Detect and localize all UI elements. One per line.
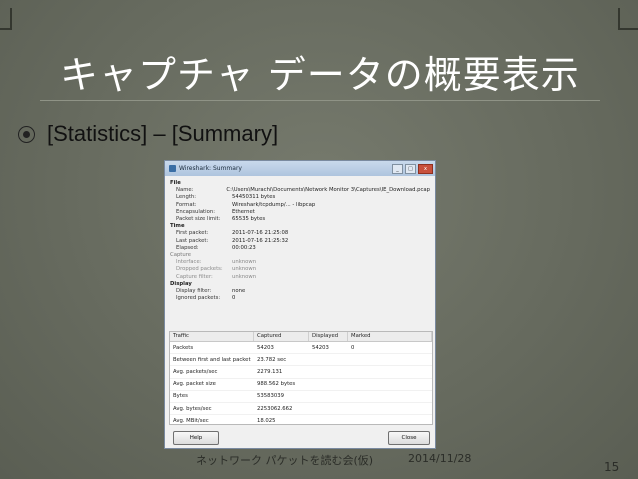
summary-row-label: Capture filter: — [176, 273, 213, 280]
summary-row-value: C:\Users\Murachi\Documents\Network Monit… — [226, 187, 430, 194]
section-display: Display — [170, 280, 192, 287]
column-header-traffic[interactable]: Traffic — [170, 332, 254, 341]
summary-row-value: 2011-07-16 21:25:32 — [232, 237, 289, 244]
section-capture: Capture — [170, 252, 192, 259]
column-header-marked[interactable]: Marked — [348, 332, 432, 341]
summary-row-value: 0 — [232, 295, 236, 302]
summary-row-label: Elapsed: — [176, 244, 199, 251]
help-button[interactable]: Help — [173, 431, 219, 445]
table-row[interactable]: Avg. packet size 988.562 bytes — [170, 379, 432, 391]
table-cell: Packets — [173, 344, 194, 351]
close-button[interactable]: Close — [388, 431, 430, 445]
table-cell: Avg. packet size — [173, 381, 216, 388]
table-cell: 988.562 bytes — [257, 381, 296, 388]
frame-line-left — [0, 28, 12, 30]
table-cell: Avg. packets/sec — [173, 368, 218, 375]
summary-row: Length: 54450311 bytes — [170, 194, 430, 201]
summary-row-label: Length: — [176, 194, 197, 201]
minimize-icon[interactable]: _ — [392, 163, 403, 174]
summary-row: Elapsed: 00:00:23 — [170, 245, 430, 252]
summary-row-label: Display filter: — [176, 288, 212, 295]
table-cell: Bytes — [173, 393, 188, 400]
summary-row-value: 2011-07-16 21:25:08 — [232, 230, 289, 237]
summary-row-value: none — [232, 288, 246, 295]
maximize-icon[interactable]: □ — [405, 163, 416, 174]
table-cell: Avg. bytes/sec — [173, 405, 212, 412]
frame-line-right-h — [618, 28, 638, 30]
table-cell: Between first and last packet — [173, 356, 251, 363]
summary-row-value: Ethernet — [232, 208, 255, 215]
summary-row: Encapsulation: Ethernet — [170, 209, 430, 216]
summary-row-value: unknown — [232, 273, 257, 280]
table-cell: 2253062.662 — [257, 405, 293, 412]
summary-row-label: Dropped packets: — [176, 266, 223, 273]
summary-row: First packet: 2011-07-16 21:25:08 — [170, 230, 430, 237]
close-icon[interactable]: x — [418, 163, 433, 174]
wireshark-app-icon — [169, 165, 176, 172]
summary-row: Dropped packets: unknown — [170, 266, 430, 273]
table-header: Traffic Captured Displayed Marked — [170, 332, 432, 342]
summary-row-label: Encapsulation: — [176, 208, 215, 215]
summary-row: Capture filter: unknown — [170, 274, 430, 281]
table-cell: 54203 — [312, 344, 329, 351]
page-number: 15 — [604, 460, 620, 474]
summary-row-label: Interface: — [176, 259, 202, 266]
summary-row-label: First packet: — [176, 230, 209, 237]
table-cell: 0 — [351, 344, 355, 351]
summary-row: Name: C:\Users\Murachi\Documents\Network … — [170, 187, 430, 194]
table-row[interactable]: Between first and last packet 23.782 sec — [170, 354, 432, 367]
section-file: File — [170, 180, 181, 186]
traffic-table[interactable]: Traffic Captured Displayed Marked Packet… — [169, 331, 433, 428]
summary-row-value: Wireshark/tcpdump/... - libpcap — [232, 201, 316, 208]
summary-row: Ignored packets: 0 — [170, 295, 430, 302]
table-row[interactable]: Bytes 53583039 — [170, 391, 432, 403]
table-cell: 23.782 sec — [257, 356, 287, 363]
summary-row-label: Last packet: — [176, 237, 209, 244]
summary-row-value: unknown — [232, 259, 257, 266]
footer-text: ネットワーク パケットを読む会(仮) — [196, 454, 374, 467]
window-title: Wireshark: Summary — [179, 165, 242, 172]
table-cell: Avg. MBit/sec — [173, 417, 209, 424]
table-cell: 18.025 — [257, 417, 276, 424]
summary-row-value: 54450311 bytes — [232, 194, 276, 201]
window-titlebar[interactable]: Wireshark: Summary _ □ x — [165, 161, 435, 176]
summary-row: Display filter: none — [170, 288, 430, 295]
summary-row: Format: Wireshark/tcpdump/... - libpcap — [170, 202, 430, 209]
table-row[interactable]: Packets 54203 54203 0 — [170, 342, 432, 355]
footer-date: 2014/11/28 — [408, 452, 472, 465]
summary-row-label: Packet size limit: — [176, 216, 221, 223]
table-cell: 54203 — [257, 344, 274, 351]
summary-row-label: Ignored packets: — [176, 295, 221, 302]
summary-row-value: 00:00:23 — [232, 244, 256, 251]
target-bullet-icon — [18, 125, 35, 143]
summary-content: File Name: C:\Users\Murachi\Documents\Net… — [165, 176, 435, 306]
title-divider — [40, 100, 600, 101]
summary-row: Last packet: 2011-07-16 21:25:32 — [170, 238, 430, 245]
frame-line-right — [618, 8, 620, 30]
slide-title: キャプチャ データの概要表示 — [60, 53, 580, 97]
summary-row: Interface: unknown — [170, 259, 430, 266]
summary-row-label: Format: — [176, 201, 197, 208]
frame-line-top — [10, 8, 12, 30]
table-cell: 53583039 — [257, 393, 284, 400]
summary-row: Packet size limit: 65535 bytes — [170, 216, 430, 223]
summary-row-label: Name: — [176, 187, 194, 194]
summary-row-value: 65535 bytes — [232, 216, 266, 223]
slide-background: キャプチャ データの概要表示 [Statistics] – [Summary] … — [0, 0, 638, 479]
bullet-text: [Statistics] – [Summary] — [47, 121, 279, 146]
column-header-displayed[interactable]: Displayed — [309, 332, 348, 341]
section-time: Time — [170, 223, 185, 230]
table-row[interactable]: Avg. MBit/sec 18.025 — [170, 415, 432, 428]
table-row[interactable]: Avg. packets/sec 2279.131 — [170, 366, 432, 379]
table-cell: 2279.131 — [257, 368, 283, 375]
bullet-item: [Statistics] – [Summary] — [18, 121, 278, 147]
summary-window: Wireshark: Summary _ □ x File Name: C:\Us… — [164, 160, 436, 449]
summary-row-value: unknown — [232, 266, 257, 273]
column-header-captured[interactable]: Captured — [254, 332, 309, 341]
table-row[interactable]: Avg. bytes/sec 2253062.662 — [170, 403, 432, 416]
